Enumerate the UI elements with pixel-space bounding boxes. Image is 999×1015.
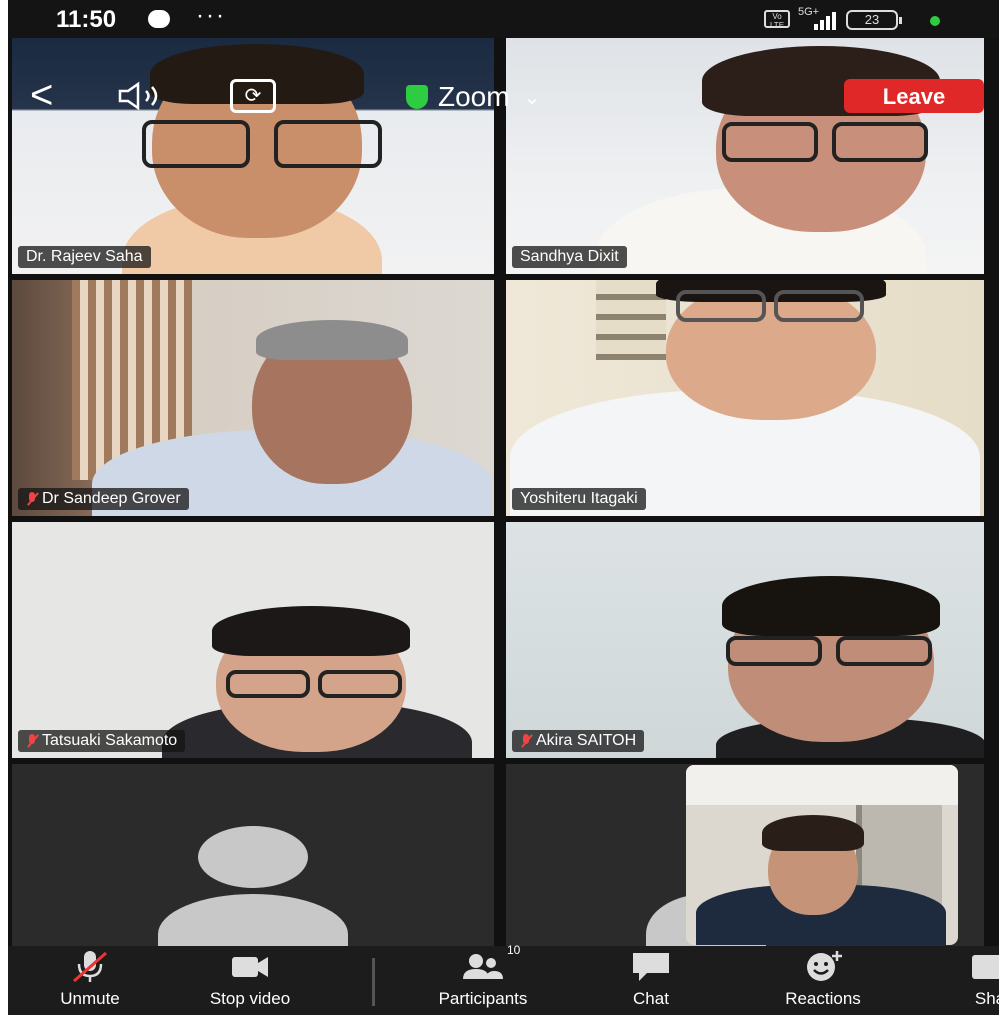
participant-name-label: Dr. Rajeev Saha	[18, 246, 151, 268]
meeting-top-bar: < ⟳ Zoom ⌄ Leave	[8, 75, 999, 119]
reactions-button[interactable]: Reactions	[760, 946, 886, 1015]
status-bar: 11:50 ··· Vo LTE 5G+ 23	[8, 0, 999, 38]
muted-mic-icon	[520, 733, 532, 749]
reactions-icon	[801, 949, 845, 983]
video-tile[interactable]: Sandhya Dixit	[506, 38, 984, 274]
meeting-title: Zoom	[438, 81, 510, 112]
participant-name-label: Akira SAITOH	[512, 730, 645, 752]
video-tile[interactable]: Dr. Rajeev Saha	[12, 38, 494, 274]
shield-icon	[406, 85, 428, 109]
share-screen-icon	[968, 949, 999, 983]
speaker-icon[interactable]	[116, 81, 176, 111]
participants-label: Participants	[438, 989, 528, 1008]
unmute-label: Unmute	[60, 989, 120, 1008]
participants-count-badge: 10	[507, 943, 521, 957]
participant-name-label: Dr Sandeep Grover	[18, 488, 189, 510]
meeting-toolbar: Unmute Stop video 10 Participants Chat R…	[8, 943, 999, 1015]
messenger-notification-icon	[148, 10, 170, 28]
volte-icon: Vo LTE	[764, 10, 790, 30]
zoom-meeting-screen: 11:50 ··· Vo LTE 5G+ 23 Dr. Rajeev Saha	[8, 0, 999, 1015]
chat-icon	[629, 949, 673, 983]
stop-video-button[interactable]: Stop video	[186, 946, 314, 1015]
self-video-preview[interactable]	[686, 765, 958, 945]
share-label: Sha	[974, 989, 999, 1008]
camera-switch-icon[interactable]: ⟳	[230, 79, 276, 113]
camera-in-use-indicator	[930, 16, 940, 26]
muted-mic-icon	[26, 491, 38, 507]
video-tile[interactable]: Dr Sandeep Grover	[12, 280, 494, 516]
clock: 11:50	[56, 6, 117, 33]
chat-label: Chat	[633, 989, 669, 1008]
unmute-button[interactable]: Unmute	[38, 946, 142, 1015]
share-button[interactable]: Sha	[960, 946, 999, 1015]
toolbar-divider	[372, 958, 375, 1006]
video-tile-no-video[interactable]	[12, 764, 494, 946]
participants-icon: 10	[461, 943, 520, 983]
back-icon[interactable]: <	[30, 75, 66, 117]
participants-button[interactable]: 10 Participants	[406, 943, 560, 1015]
muted-mic-icon	[68, 949, 112, 983]
battery-icon: 23	[846, 10, 902, 30]
more-notifications-icon: ···	[196, 2, 226, 29]
video-camera-icon	[228, 949, 272, 983]
signal-icon	[814, 10, 836, 30]
meeting-title-dropdown[interactable]: Zoom ⌄	[406, 79, 540, 115]
leave-button[interactable]: Leave	[844, 79, 984, 113]
chat-button[interactable]: Chat	[618, 946, 684, 1015]
participant-name-label: Tatsuaki Sakamoto	[18, 730, 186, 752]
stop-video-label: Stop video	[209, 989, 291, 1008]
participant-name-label: Yoshiteru Itagaki	[512, 488, 646, 510]
chevron-down-icon: ⌄	[523, 86, 541, 109]
reactions-label: Reactions	[785, 989, 861, 1008]
video-tile[interactable]: Tatsuaki Sakamoto	[12, 522, 494, 758]
video-tile[interactable]: Akira SAITOH	[506, 522, 984, 758]
video-tile-active-speaker[interactable]: Yoshiteru Itagaki	[506, 280, 984, 516]
muted-mic-icon	[26, 733, 38, 749]
participant-name-label: Sandhya Dixit	[512, 246, 627, 268]
